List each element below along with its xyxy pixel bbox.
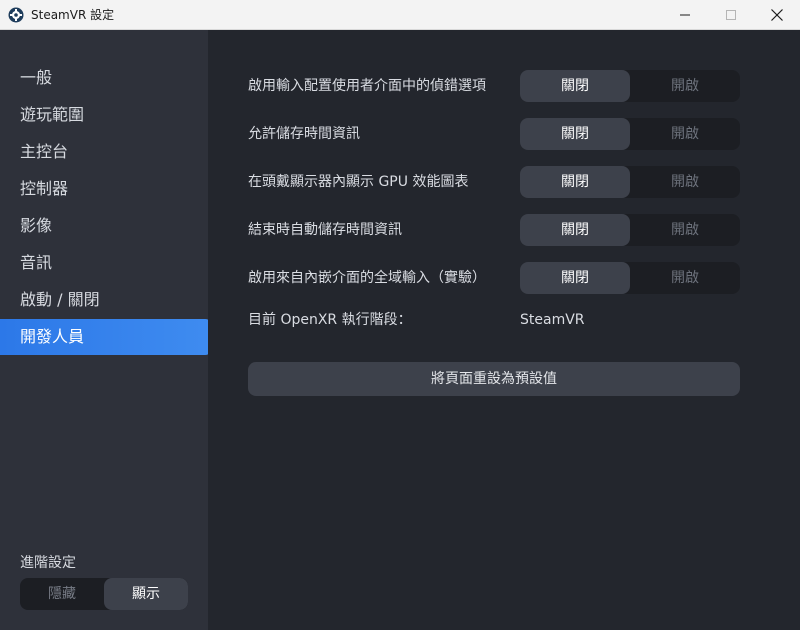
developer-settings-panel: 啟用輸入配置使用者介面中的偵錯選項 關閉 開啟 允許儲存時間資訊 關閉 開啟 在… xyxy=(208,30,800,630)
setting-label: 允許儲存時間資訊 xyxy=(248,126,360,142)
setting-row: 啟用輸入配置使用者介面中的偵錯選項 關閉 開啟 xyxy=(248,70,740,102)
close-button[interactable] xyxy=(754,0,800,30)
openxr-runtime-value: SteamVR xyxy=(520,312,585,328)
toggle-off-option[interactable]: 關閉 xyxy=(520,118,630,150)
auto-save-timing-toggle: 關閉 開啟 xyxy=(520,214,740,246)
sidebar-item-dashboard[interactable]: 主控台 xyxy=(0,134,213,170)
maximize-button[interactable] xyxy=(708,0,754,30)
setting-label: 啟用來自內嵌介面的全域輸入（實驗） xyxy=(248,270,486,286)
input-debug-toggle: 關閉 開啟 xyxy=(520,70,740,102)
global-input-toggle: 關閉 開啟 xyxy=(520,262,740,294)
setting-label: 在頭戴顯示器內顯示 GPU 效能圖表 xyxy=(248,174,469,190)
sidebar: 一般 遊玩範圍 主控台 控制器 影像 音訊 啟動 / 關閉 開發人員 進階設定 … xyxy=(0,30,213,630)
sidebar-item-video[interactable]: 影像 xyxy=(0,208,213,244)
minimize-icon xyxy=(680,14,690,16)
setting-row: 允許儲存時間資訊 關閉 開啟 xyxy=(248,118,740,150)
toggle-on-option[interactable]: 開啟 xyxy=(630,214,740,246)
advanced-show-option[interactable]: 顯示 xyxy=(104,578,188,610)
setting-row: 在頭戴顯示器內顯示 GPU 效能圖表 關閉 開啟 xyxy=(248,166,740,198)
reset-page-button[interactable]: 將頁面重設為預設值 xyxy=(248,362,740,396)
toggle-on-option[interactable]: 開啟 xyxy=(630,118,740,150)
sidebar-item-play-area[interactable]: 遊玩範圍 xyxy=(0,97,213,133)
sidebar-item-controllers[interactable]: 控制器 xyxy=(0,171,213,207)
toggle-off-option[interactable]: 關閉 xyxy=(520,166,630,198)
maximize-icon xyxy=(726,10,736,20)
steamvr-settings-window: SteamVR 設定 一般 遊玩範圍 主控台 控制器 影像 音訊 啟動 / 關閉… xyxy=(0,0,800,630)
sidebar-item-developer[interactable]: 開發人員 xyxy=(0,319,213,355)
toggle-on-option[interactable]: 開啟 xyxy=(630,70,740,102)
setting-row: 啟用來自內嵌介面的全域輸入（實驗） 關閉 開啟 xyxy=(248,262,740,294)
advanced-settings-toggle: 隱藏 顯示 xyxy=(20,578,188,610)
toggle-on-option[interactable]: 開啟 xyxy=(630,262,740,294)
openxr-runtime-label: 目前 OpenXR 執行階段： xyxy=(248,312,412,328)
setting-row: 結束時自動儲存時間資訊 關閉 開啟 xyxy=(248,214,740,246)
save-timing-toggle: 關閉 開啟 xyxy=(520,118,740,150)
window-title: SteamVR 設定 xyxy=(31,8,115,22)
title-bar: SteamVR 設定 xyxy=(0,0,800,30)
advanced-settings-label: 進階設定 xyxy=(20,555,76,571)
minimize-button[interactable] xyxy=(662,0,708,30)
toggle-off-option[interactable]: 關閉 xyxy=(520,70,630,102)
sidebar-item-startup-shutdown[interactable]: 啟動 / 關閉 xyxy=(0,282,213,318)
close-icon xyxy=(771,9,783,21)
steamvr-gear-icon xyxy=(8,7,24,23)
setting-label: 結束時自動儲存時間資訊 xyxy=(248,222,402,238)
setting-label: 啟用輸入配置使用者介面中的偵錯選項 xyxy=(248,78,486,94)
sidebar-item-general[interactable]: 一般 xyxy=(0,60,213,96)
gpu-graph-toggle: 關閉 開啟 xyxy=(520,166,740,198)
toggle-on-option[interactable]: 開啟 xyxy=(630,166,740,198)
sidebar-item-audio[interactable]: 音訊 xyxy=(0,245,213,281)
toggle-off-option[interactable]: 關閉 xyxy=(520,214,630,246)
advanced-hide-option[interactable]: 隱藏 xyxy=(20,578,104,610)
toggle-off-option[interactable]: 關閉 xyxy=(520,262,630,294)
